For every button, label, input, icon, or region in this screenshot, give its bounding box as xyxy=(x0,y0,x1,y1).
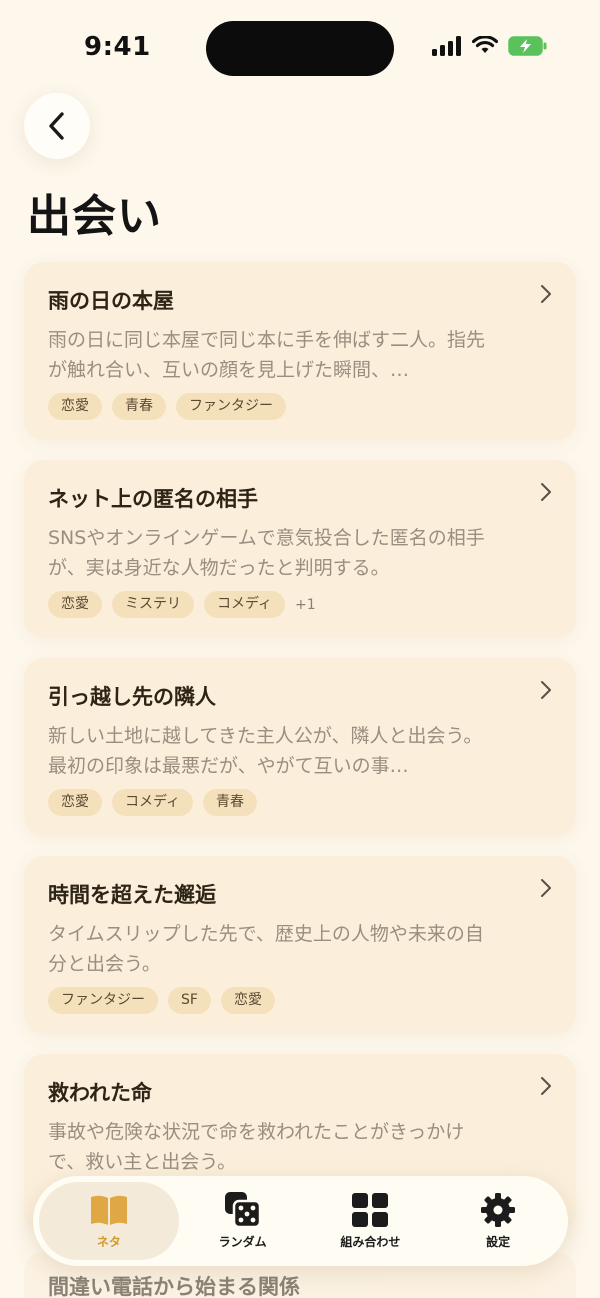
tag: 恋愛 xyxy=(48,393,102,420)
tag-list: 恋愛 ミステリ コメディ +1 xyxy=(48,591,552,618)
card-description: 事故や危険な状況で命を救われたことがきっかけで、救い主と出会う。 xyxy=(48,1121,465,1173)
chevron-right-icon xyxy=(541,285,551,303)
tab-combination[interactable]: 組み合わせ xyxy=(306,1182,434,1260)
tab-label: ネタ xyxy=(96,1235,121,1249)
tag: 恋愛 xyxy=(48,591,102,618)
book-icon xyxy=(90,1195,127,1225)
card-description: SNSやオンラインゲームで意気投合した匿名の相手が、実は身近な人物だったと判明す… xyxy=(48,527,485,579)
idea-card[interactable]: 引っ越し先の隣人 新しい土地に越してきた主人公が、隣人と出会う。最初の印象は最悪… xyxy=(24,658,576,836)
gear-icon xyxy=(481,1193,516,1227)
tag: ファンタジー xyxy=(48,987,158,1014)
tab-label: 組み合わせ xyxy=(340,1235,401,1249)
card-title: 救われた命 xyxy=(48,1081,152,1105)
tag: ファンタジー xyxy=(176,393,286,420)
chevron-right-icon xyxy=(541,879,551,897)
tag: 恋愛 xyxy=(220,987,275,1014)
card-description: 新しい土地に越してきた主人公が、隣人と出会う。最初の印象は最悪だが、やがて互いの… xyxy=(48,725,483,777)
chevron-right-icon xyxy=(541,483,551,501)
tab-label: 設定 xyxy=(486,1235,511,1249)
chevron-left-icon xyxy=(49,112,64,140)
status-time: 9:41 xyxy=(84,32,151,62)
wifi-icon xyxy=(472,36,498,53)
battery-icon xyxy=(508,36,547,56)
tag: SF xyxy=(168,987,211,1014)
dice-icon xyxy=(224,1192,261,1229)
tag-list: 恋愛 青春 ファンタジー xyxy=(48,393,552,420)
tab-random[interactable]: ランダム xyxy=(179,1182,307,1260)
screen: 9:41 出会い 雨の日の本屋 雨の日に同じ本屋で同じ本に手を伸ばす二人。指先が… xyxy=(0,0,600,1298)
back-button[interactable] xyxy=(24,93,90,159)
idea-card[interactable]: ネット上の匿名の相手 SNSやオンラインゲームで意気投合した匿名の相手が、実は身… xyxy=(24,460,576,638)
tag: ミステリ xyxy=(112,591,194,618)
chevron-right-icon xyxy=(541,1077,551,1095)
page-title: 出会い xyxy=(27,191,162,242)
grid-icon xyxy=(352,1193,389,1227)
tab-neta[interactable]: ネタ xyxy=(39,1182,179,1260)
card-title: 雨の日の本屋 xyxy=(48,289,174,313)
dynamic-island xyxy=(206,21,394,76)
idea-card[interactable]: 時間を超えた邂逅 タイムスリップした先で、歴史上の人物や未来の自分と出会う。 フ… xyxy=(24,856,576,1034)
idea-card[interactable]: 雨の日の本屋 雨の日に同じ本屋で同じ本に手を伸ばす二人。指先が触れ合い、互いの顔… xyxy=(24,262,576,440)
card-description: 雨の日に同じ本屋で同じ本に手を伸ばす二人。指先が触れ合い、互いの顔を見上げた瞬間… xyxy=(48,329,486,381)
status-icons xyxy=(432,36,548,56)
card-title: ネット上の匿名の相手 xyxy=(48,487,258,511)
tag: コメディ xyxy=(112,789,194,816)
card-title: 間違い電話から始まる関係 xyxy=(48,1275,300,1298)
tag-list: ファンタジー SF 恋愛 xyxy=(48,987,552,1014)
card-title: 引っ越し先の隣人 xyxy=(48,685,216,709)
tag-list: 恋愛 コメディ 青春 xyxy=(48,789,552,816)
tab-settings[interactable]: 設定 xyxy=(434,1182,562,1260)
tag: 恋愛 xyxy=(48,789,102,816)
tag: 青春 xyxy=(112,393,166,420)
tag-overflow-count: +1 xyxy=(295,596,316,613)
signal-icon xyxy=(432,36,461,56)
tag: 青春 xyxy=(203,789,258,816)
tab-bar: ネタ ランダム 組み合わせ 設定 xyxy=(33,1176,568,1266)
card-title: 時間を超えた邂逅 xyxy=(48,883,216,907)
card-list: 雨の日の本屋 雨の日に同じ本屋で同じ本に手を伸ばす二人。指先が触れ合い、互いの顔… xyxy=(24,262,576,1252)
chevron-right-icon xyxy=(541,681,551,699)
tab-label: ランダム xyxy=(218,1235,267,1249)
status-bar: 9:41 xyxy=(0,0,600,100)
tag: コメディ xyxy=(204,591,286,618)
card-description: タイムスリップした先で、歴史上の人物や未来の自分と出会う。 xyxy=(48,923,484,975)
